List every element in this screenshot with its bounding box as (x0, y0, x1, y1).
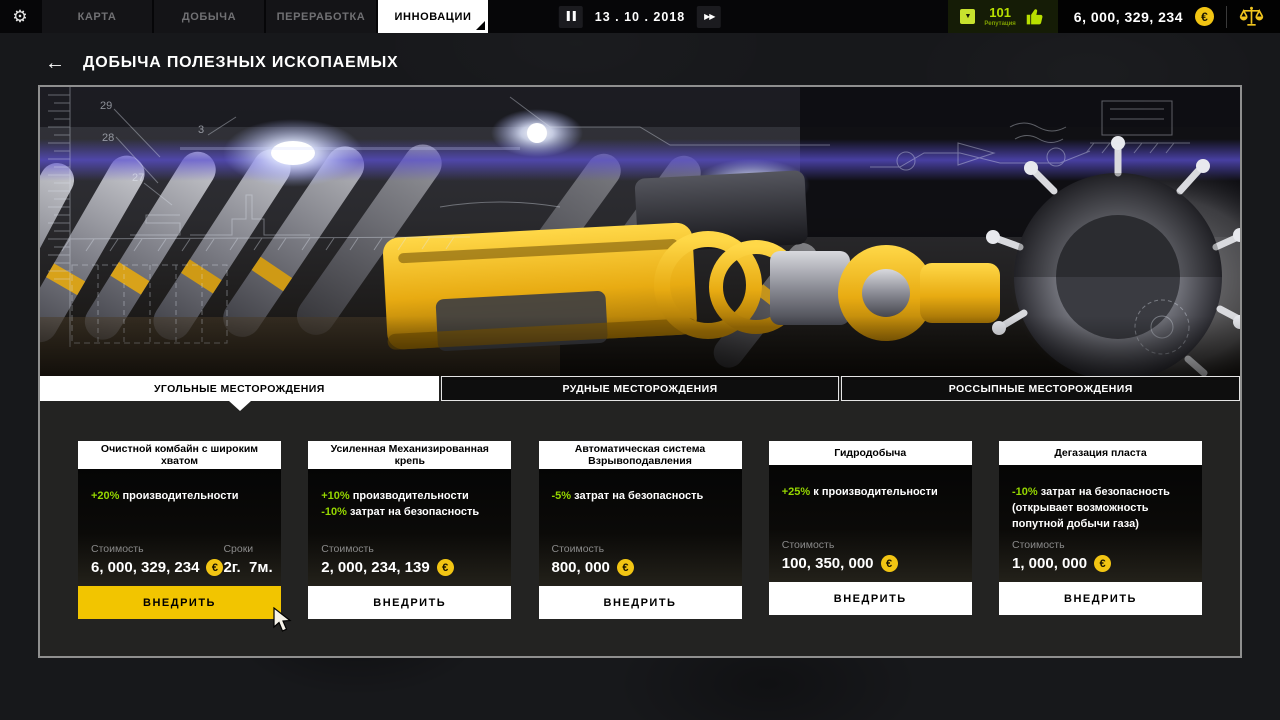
tab-coal-deposits[interactable]: УГОЛЬНЫЕ МЕСТОРОЖДЕНИЯ (40, 376, 439, 401)
cost-value: 800, 000 € (552, 559, 634, 576)
back-button[interactable]: ← (45, 53, 65, 73)
cost-label: Стоимость (1012, 539, 1111, 551)
term-label: Сроки (223, 543, 272, 555)
status-cluster: ▼ 101 Репутация 6, 000, 329, 234 € (948, 0, 1280, 33)
top-bar: ⚙ КАРТА ДОБЫЧА ПЕРЕРАБОТКА ИННОВАЦИИ 13 … (0, 0, 1280, 33)
money-block: 6, 000, 329, 234 € (1058, 0, 1280, 33)
currency-coin-icon: € (617, 559, 634, 576)
currency-coin-icon: € (206, 559, 223, 576)
cost-block: Стоимость 1, 000, 000 € (1012, 539, 1111, 572)
card-title: Дегазация пласта (999, 441, 1202, 465)
term-value: 2г. 7м. (223, 559, 272, 576)
tab-placer-deposits[interactable]: РОССЫПНЫЕ МЕСТОРОЖДЕНИЯ (841, 376, 1240, 401)
purple-glow (40, 139, 1240, 181)
cost-value: 1, 000, 000 € (1012, 555, 1111, 572)
card-hydraulic-mining: Гидродобыча +25% к производительности Ст… (769, 441, 972, 619)
reputation-block: ▼ 101 Репутация (948, 0, 1057, 33)
effect-line: +10% производительности (321, 489, 498, 505)
hero-image: 29 28 27 3 (40, 87, 1240, 376)
currency-coin-icon: € (1195, 7, 1214, 26)
cost-value: 100, 350, 000 € (782, 555, 898, 572)
effect-line: +25% к производительности (782, 485, 959, 501)
effect-line: -5% затрат на безопасность (552, 489, 729, 505)
deposit-tabs: УГОЛЬНЫЕ МЕСТОРОЖДЕНИЯ РУДНЫЕ МЕСТОРОЖДЕ… (40, 376, 1240, 401)
effect-line: -10% затрат на безопасность (открывает в… (1012, 485, 1189, 533)
cost-label: Стоимость (782, 539, 898, 551)
chevron-down-icon: ▼ (964, 13, 971, 20)
implement-button[interactable]: ВНЕДРИТЬ (539, 586, 742, 619)
cost-value: 2, 000, 234, 139 € (321, 559, 453, 576)
card-blast-suppression: Автоматическая система Взрывоподавления … (539, 441, 742, 619)
page-title: ДОБЫЧА ПОЛЕЗНЫХ ИСКОПАЕМЫХ (83, 54, 399, 72)
card-title: Гидродобыча (769, 441, 972, 465)
tab-ore-deposits[interactable]: РУДНЫЕ МЕСТОРОЖДЕНИЯ (441, 376, 840, 401)
innovation-cards: Очистной комбайн с широким хватом +20% п… (40, 401, 1240, 656)
card-powered-support: Усиленная Механизированная крепь +10% пр… (308, 441, 511, 619)
svg-text:29: 29 (100, 100, 112, 112)
cost-label: Стоимость (552, 543, 634, 555)
reputation-value-block: 101 Репутация (984, 6, 1015, 27)
card-body: +25% к производительности Стоимость 100,… (769, 465, 972, 582)
card-shearer: Очистной комбайн с широким хватом +20% п… (78, 441, 281, 619)
fast-forward-icon: ▶▶ (704, 12, 714, 21)
scales-icon[interactable] (1239, 4, 1264, 29)
card-body: +20% производительности Стоимость 6, 000… (78, 469, 281, 586)
svg-text:3: 3 (198, 124, 204, 136)
innovations-panel: 29 28 27 3 УГОЛЬНЫЕ МЕСТОРОЖДЕНИЯ РУДНЫЕ… (38, 85, 1242, 658)
reputation-dropdown-button[interactable]: ▼ (960, 9, 975, 24)
reputation-label: Репутация (984, 21, 1015, 27)
cost-block: Стоимость 2, 000, 234, 139 € (321, 543, 453, 576)
back-arrow-icon: ← (45, 52, 65, 74)
card-title: Усиленная Механизированная крепь (308, 441, 511, 469)
cost-value: 6, 000, 329, 234 € (91, 559, 223, 576)
active-tab-pointer (229, 401, 251, 411)
implement-button[interactable]: ВНЕДРИТЬ (769, 582, 972, 615)
cost-block: Стоимость 800, 000 € (552, 543, 634, 576)
settings-button[interactable]: ⚙ (0, 0, 40, 33)
card-title: Автоматическая система Взрывоподавления (539, 441, 742, 469)
term-block: Сроки 2г. 7м. (223, 543, 272, 576)
card-title: Очистной комбайн с широким хватом (78, 441, 281, 469)
currency-coin-icon: € (437, 559, 454, 576)
reputation-value: 101 (984, 6, 1015, 19)
game-date: 13 . 10 . 2018 (595, 10, 685, 24)
fast-forward-button[interactable]: ▶▶ (697, 6, 721, 28)
money-value: 6, 000, 329, 234 (1074, 9, 1183, 25)
time-controls: 13 . 10 . 2018 ▶▶ (559, 0, 721, 33)
card-body: -10% затрат на безопасность (открывает в… (999, 465, 1202, 582)
currency-coin-icon: € (881, 555, 898, 572)
cost-label: Стоимость (321, 543, 453, 555)
pause-button[interactable] (559, 6, 583, 28)
implement-button[interactable]: ВНЕДРИТЬ (999, 582, 1202, 615)
cost-block: Стоимость 100, 350, 000 € (782, 539, 898, 572)
tab-karta[interactable]: КАРТА (42, 0, 152, 33)
tab-dobycha[interactable]: ДОБЫЧА (154, 0, 264, 33)
svg-text:28: 28 (102, 132, 114, 144)
cost-block: Стоимость 6, 000, 329, 234 € (91, 543, 223, 576)
tab-innovacii[interactable]: ИННОВАЦИИ (378, 0, 488, 33)
card-body: +10% производительности -10% затрат на б… (308, 469, 511, 586)
divider (1226, 6, 1227, 28)
implement-button[interactable]: ВНЕДРИТЬ (308, 586, 511, 619)
page-header: ← ДОБЫЧА ПОЛЕЗНЫХ ИСКОПАЕМЫХ (0, 33, 1280, 85)
main-nav: КАРТА ДОБЫЧА ПЕРЕРАБОТКА ИННОВАЦИИ (42, 0, 488, 33)
implement-button[interactable]: ВНЕДРИТЬ (78, 586, 281, 619)
gear-icon: ⚙ (12, 7, 27, 27)
card-seam-degassing: Дегазация пласта -10% затрат на безопасн… (999, 441, 1202, 619)
effect-line: -10% затрат на безопасность (321, 505, 498, 521)
thumbs-up-icon (1025, 6, 1046, 27)
pause-icon (565, 8, 577, 26)
card-body: -5% затрат на безопасность Стоимость 800… (539, 469, 742, 586)
effect-line: +20% производительности (91, 489, 268, 505)
svg-text:27: 27 (132, 172, 144, 184)
cost-label: Стоимость (91, 543, 223, 555)
currency-coin-icon: € (1094, 555, 1111, 572)
tab-pererabotka[interactable]: ПЕРЕРАБОТКА (266, 0, 376, 33)
